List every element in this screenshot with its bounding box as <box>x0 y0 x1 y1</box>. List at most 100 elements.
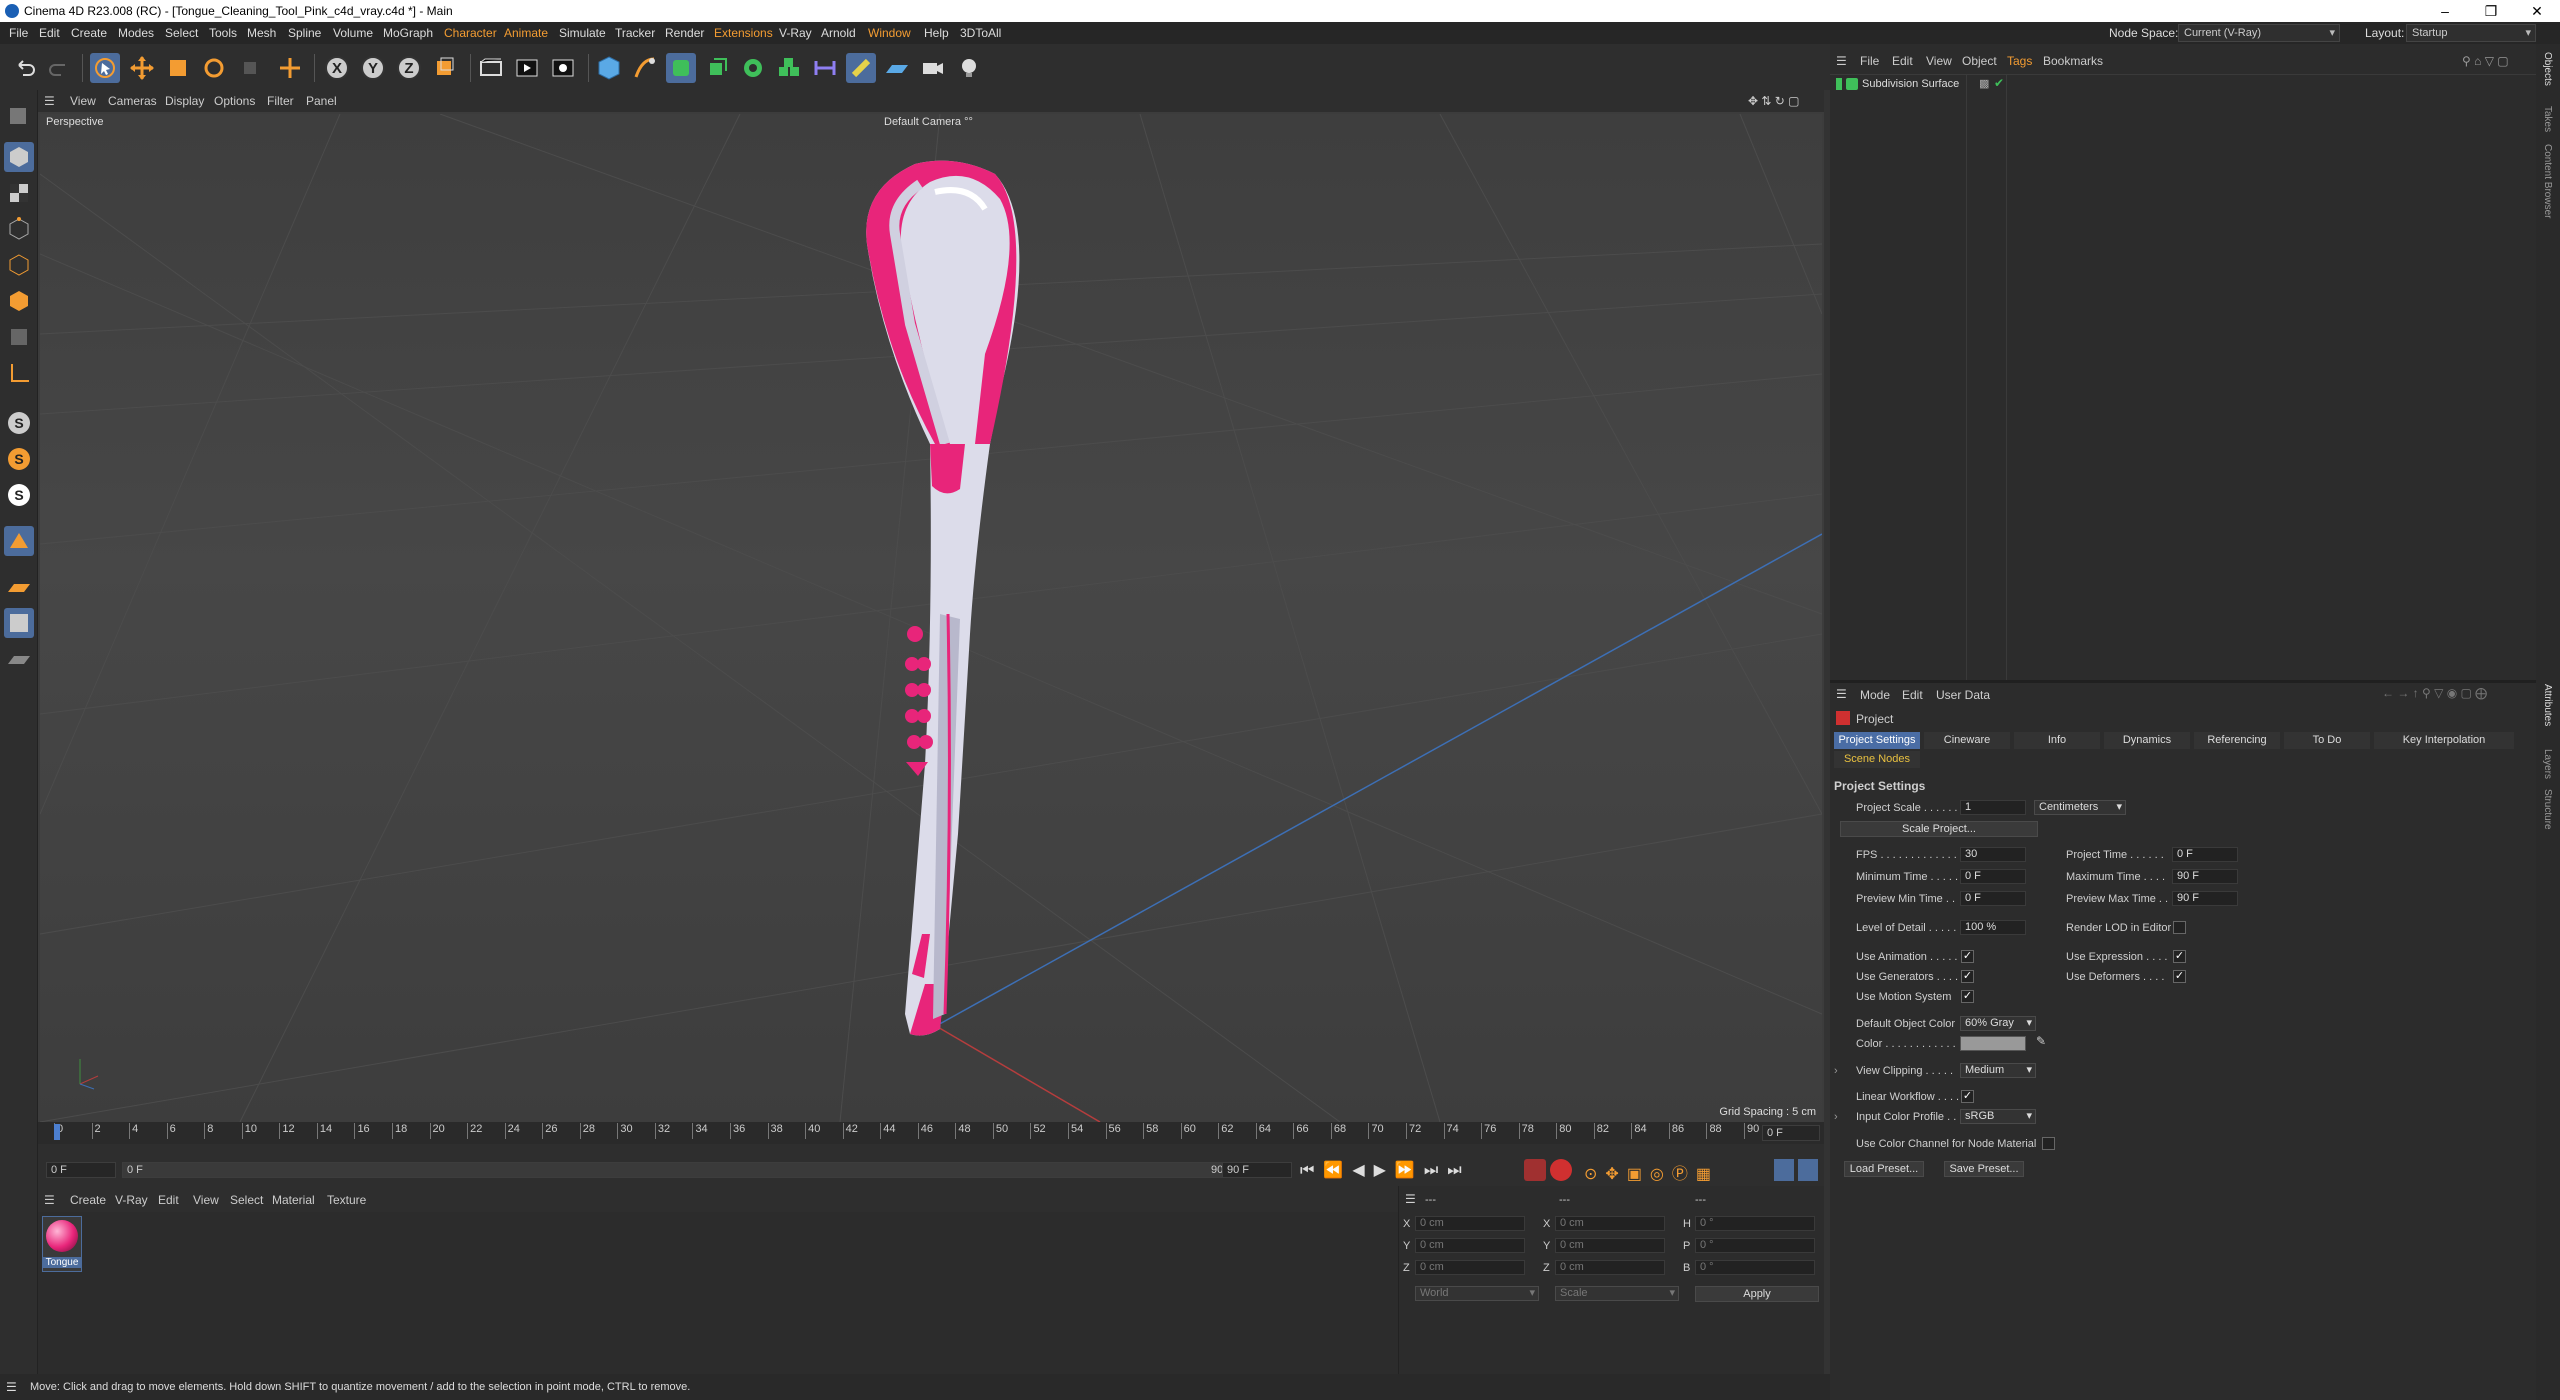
project-scale-unit-select[interactable]: Centimeters <box>2034 800 2126 815</box>
object-hamburger-icon[interactable]: ☰ <box>1836 54 1847 68</box>
save-preset-button[interactable]: Save Preset... <box>1944 1161 2024 1177</box>
points-mode-icon[interactable] <box>4 214 34 244</box>
snap-icon-2[interactable]: S <box>4 444 34 474</box>
snap-icon-3[interactable]: S <box>4 480 34 510</box>
light-icon[interactable] <box>954 53 984 83</box>
menu-file[interactable]: File <box>9 26 28 40</box>
use-color-channel-checkbox[interactable] <box>2042 1137 2055 1150</box>
menu-vray[interactable]: V-Ray <box>779 26 812 40</box>
viewport-nav-icons[interactable]: ✥ ⇅ ↻ ▢ <box>1748 94 1800 108</box>
visibility-dots-icon[interactable]: ▩ <box>1979 77 1989 90</box>
subdivision-icon[interactable] <box>666 53 696 83</box>
apply-button[interactable]: Apply <box>1695 1286 1819 1302</box>
attr-menu-edit[interactable]: Edit <box>1902 688 1923 702</box>
menu-volume[interactable]: Volume <box>333 26 373 40</box>
max-time-field[interactable]: 90 F <box>2172 869 2238 884</box>
render-lod-checkbox[interactable] <box>2173 921 2186 934</box>
menu-help[interactable]: Help <box>924 26 949 40</box>
obj-menu-file[interactable]: File <box>1860 54 1879 68</box>
snap-icon-1[interactable]: S <box>4 408 34 438</box>
tab-project-settings[interactable]: Project Settings <box>1834 732 1920 749</box>
min-time-field[interactable]: 0 F <box>1960 869 2026 884</box>
project-time-field[interactable]: 0 F <box>2172 847 2238 862</box>
tab-to-do[interactable]: To Do <box>2284 732 2370 749</box>
material-hamburger-icon[interactable]: ☰ <box>44 1193 55 1207</box>
coord-size-x[interactable]: 0 cm <box>1555 1216 1665 1231</box>
use-motion-system-checkbox[interactable]: ✓ <box>1961 990 1974 1003</box>
vp-menu-filter[interactable]: Filter <box>267 94 294 108</box>
tab-info[interactable]: Info <box>2014 732 2100 749</box>
viewport-canvas[interactable]: Perspective Default Camera °° Grid Spaci… <box>40 114 1822 1122</box>
timeline-ruler[interactable]: 0 2 4 6 8 10 12 14 16 18 20 22 24 26 28 30 32 34 36 38 40 42 4… <box>38 1122 1824 1144</box>
preview-max-field[interactable]: 90 F <box>2172 891 2238 906</box>
render-view-icon[interactable] <box>512 53 542 83</box>
viewport-hamburger-icon[interactable]: ☰ <box>44 94 55 108</box>
cloner-icon[interactable] <box>738 53 768 83</box>
coord-rot-b[interactable]: 0 ° <box>1695 1260 1815 1275</box>
extrude-icon[interactable] <box>702 53 732 83</box>
viewport[interactable]: ☰ View Cameras Display Options Filter Pa… <box>38 90 1824 1122</box>
menu-tracker[interactable]: Tracker <box>615 26 655 40</box>
model-mode-icon[interactable] <box>4 142 34 172</box>
attr-nav-icons[interactable]: ← → ↑ ⚲ ▽ ◉ ▢ ⨁ <box>2382 686 2487 700</box>
mat-menu-texture[interactable]: Texture <box>327 1193 366 1207</box>
fps-field[interactable]: 30 <box>1960 847 2026 862</box>
dopesheet-icon[interactable] <box>1798 1159 1818 1181</box>
max-frame-field[interactable]: 90 F <box>1222 1162 1292 1178</box>
render-region-icon[interactable] <box>476 53 506 83</box>
scale-tool-icon[interactable] <box>163 53 193 83</box>
make-editable-icon[interactable] <box>4 100 34 130</box>
menu-3dtoall[interactable]: 3DToAll <box>960 26 1001 40</box>
object-name[interactable]: Subdivision Surface <box>1862 78 1959 90</box>
object-row[interactable]: Subdivision Surface ▩ ✔ <box>1834 76 2534 93</box>
scale-project-button[interactable]: Scale Project... <box>1840 821 2038 837</box>
grid-icon[interactable] <box>4 572 34 602</box>
view-clipping-select[interactable]: Medium <box>1960 1063 2036 1078</box>
mat-menu-material[interactable]: Material <box>272 1193 315 1207</box>
mat-menu-create[interactable]: Create <box>70 1193 106 1207</box>
vp-menu-view[interactable]: View <box>70 94 96 108</box>
default-object-color-select[interactable]: 60% Gray <box>1960 1016 2036 1031</box>
enabled-check-icon[interactable]: ✔ <box>1994 76 2004 90</box>
strip-tab-structure[interactable]: Structure <box>2542 789 2553 830</box>
view-clipping-expand-icon[interactable]: › <box>1834 1065 1838 1077</box>
restore-icon[interactable]: ❐ <box>2468 0 2514 22</box>
input-color-profile-select[interactable]: sRGB <box>1960 1109 2036 1124</box>
coord-mode-select[interactable]: World <box>1415 1286 1539 1301</box>
autokey-icon[interactable] <box>1550 1159 1572 1181</box>
tongue-cleaner-model[interactable] <box>866 160 1020 1036</box>
vp-menu-options[interactable]: Options <box>214 94 255 108</box>
attr-hamburger-icon[interactable]: ☰ <box>1836 687 1847 701</box>
render-settings-icon[interactable] <box>548 53 578 83</box>
object-search-icons[interactable]: ⚲ ⌂ ▽ ▢ <box>2462 54 2509 68</box>
coord-pos-x[interactable]: 0 cm <box>1415 1216 1525 1231</box>
load-preset-button[interactable]: Load Preset... <box>1844 1161 1924 1177</box>
texture-mode-icon[interactable] <box>4 178 34 208</box>
attr-menu-mode[interactable]: Mode <box>1860 688 1890 702</box>
layout-select[interactable]: Startup <box>2406 24 2536 42</box>
tab-cineware[interactable]: Cineware <box>1924 732 2010 749</box>
strip-tab-attributes[interactable]: Attributes <box>2542 684 2553 726</box>
obj-menu-view[interactable]: View <box>1926 54 1952 68</box>
coord-rot-p[interactable]: 0 ° <box>1695 1238 1815 1253</box>
menu-tools[interactable]: Tools <box>209 26 237 40</box>
menu-edit[interactable]: Edit <box>39 26 60 40</box>
tab-key-interpolation[interactable]: Key Interpolation <box>2374 732 2514 749</box>
obj-menu-tags[interactable]: Tags <box>2007 54 2032 68</box>
x-axis-icon[interactable]: X <box>322 53 352 83</box>
menu-create[interactable]: Create <box>71 26 107 40</box>
minimize-icon[interactable]: – <box>2422 0 2468 22</box>
quantize-icon[interactable] <box>4 608 34 638</box>
menu-mograph[interactable]: MoGraph <box>383 26 433 40</box>
move-tool-icon[interactable] <box>127 53 157 83</box>
menu-select[interactable]: Select <box>165 26 198 40</box>
menu-simulate[interactable]: Simulate <box>559 26 606 40</box>
workplane-icon[interactable] <box>4 526 34 556</box>
camera-icon[interactable] <box>918 53 948 83</box>
strip-tab-layers[interactable]: Layers <box>2542 749 2553 779</box>
mat-menu-edit[interactable]: Edit <box>158 1193 179 1207</box>
cube-icon[interactable] <box>594 53 624 83</box>
menu-modes[interactable]: Modes <box>118 26 154 40</box>
field-icon[interactable] <box>846 53 876 83</box>
camera-label[interactable]: Default Camera °° <box>884 116 973 128</box>
